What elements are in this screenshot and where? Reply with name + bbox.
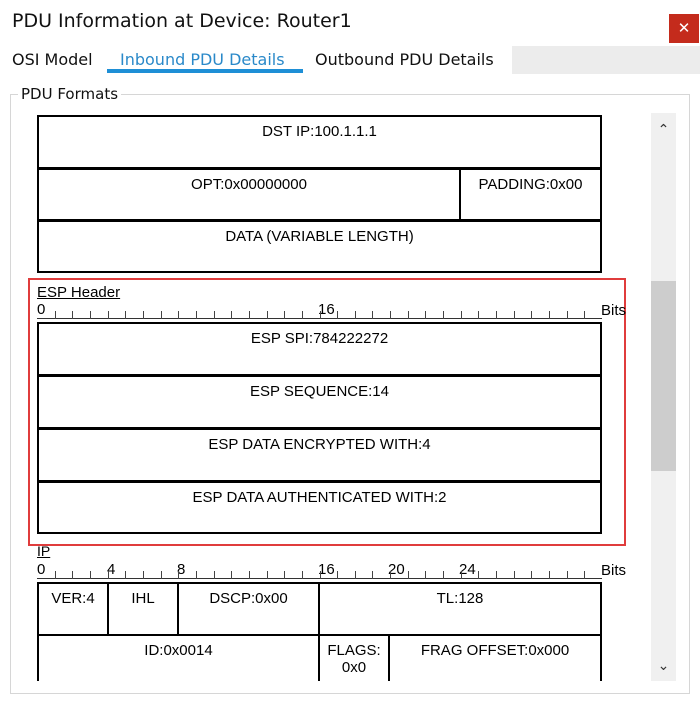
ruler-tick	[514, 311, 515, 319]
opt-field: OPT:0x00000000	[37, 168, 461, 221]
ruler-tick	[125, 571, 126, 579]
ruler-tick	[567, 571, 568, 579]
ruler-tick	[337, 571, 338, 579]
close-icon: ✕	[677, 19, 691, 37]
ruler-tick	[425, 311, 426, 319]
vertical-scrollbar[interactable]: ⌃ ⌄	[651, 113, 676, 681]
ruler-tick	[125, 311, 126, 319]
chevron-down-icon[interactable]: ⌄	[651, 651, 676, 681]
ruler-tick	[249, 311, 250, 319]
ruler-tick	[72, 311, 73, 319]
ruler-tick	[372, 311, 373, 319]
ruler-tick	[231, 571, 232, 579]
chevron-up-icon[interactable]: ⌃	[651, 115, 676, 145]
esp-authenticated-field: ESP DATA AUTHENTICATED WITH:2	[37, 481, 602, 534]
ruler-tick	[178, 571, 179, 579]
title-bar: PDU Information at Device: Router1 ✕	[0, 0, 700, 46]
ruler-tick	[496, 311, 497, 319]
ruler-tick	[143, 571, 144, 579]
ruler-tick	[390, 571, 391, 579]
ruler-tick	[461, 311, 462, 319]
window-title: PDU Information at Device: Router1	[12, 10, 352, 32]
ruler-tick	[284, 311, 285, 319]
ruler-tick	[443, 571, 444, 579]
ruler-tick	[196, 571, 197, 579]
ip-ver-field: VER:4	[37, 582, 109, 636]
ruler-tick	[355, 311, 356, 319]
ip-dscp-field: DSCP:0x00	[177, 582, 320, 636]
esp-spi-field: ESP SPI:784222272	[37, 322, 602, 376]
ruler-tick	[531, 311, 532, 319]
ruler-tick	[161, 571, 162, 579]
ruler-tick	[461, 571, 462, 579]
ruler-tick	[496, 571, 497, 579]
tab-osi-model[interactable]: OSI Model	[12, 50, 93, 69]
ruler-tick	[267, 571, 268, 579]
active-tab-indicator	[107, 69, 303, 73]
ruler-tick	[161, 311, 162, 319]
ip-ruler-unit: Bits	[601, 562, 627, 579]
ruler-tick	[302, 311, 303, 319]
tab-outbound-pdu-details[interactable]: Outbound PDU Details	[315, 50, 494, 69]
close-button[interactable]: ✕	[669, 14, 699, 43]
ruler-tick	[443, 311, 444, 319]
ruler-tick	[478, 571, 479, 579]
ruler-tick	[531, 571, 532, 579]
ruler-tick	[143, 311, 144, 319]
ruler-tick	[214, 311, 215, 319]
ruler-tick	[90, 311, 91, 319]
ruler-tick	[72, 571, 73, 579]
ruler-tick	[108, 571, 109, 579]
ruler-tick	[567, 311, 568, 319]
ruler-tick	[478, 311, 479, 319]
padding-field: PADDING:0x00	[459, 168, 602, 221]
tab-inbound-pdu-details[interactable]: Inbound PDU Details	[120, 50, 285, 69]
ruler-tick	[55, 311, 56, 319]
ruler-tick	[267, 311, 268, 319]
ruler-tick	[549, 571, 550, 579]
ip-tl-field: TL:128	[318, 582, 602, 636]
esp-encrypted-field: ESP DATA ENCRYPTED WITH:4	[37, 428, 602, 482]
ruler-tick	[249, 571, 250, 579]
ip-flags-field: FLAGS: 0x0	[318, 634, 390, 681]
ruler-tick	[584, 311, 585, 319]
esp-ruler-0: 0	[37, 301, 46, 318]
ip-header-label: IP	[37, 543, 51, 559]
ruler-tick	[90, 571, 91, 579]
ruler-tick	[390, 311, 391, 319]
ruler-tick	[425, 571, 426, 579]
ruler-tick	[408, 571, 409, 579]
ruler-tick	[372, 571, 373, 579]
scrollbar-thumb[interactable]	[651, 281, 676, 471]
ruler-tick	[231, 311, 232, 319]
ruler-tick	[549, 311, 550, 319]
ruler-tick	[408, 311, 409, 319]
tab-strip-background	[512, 46, 700, 74]
esp-sequence-field: ESP SEQUENCE:14	[37, 375, 602, 429]
ruler-tick	[55, 571, 56, 579]
esp-ruler-unit: Bits	[601, 302, 627, 319]
ruler-tick	[584, 571, 585, 579]
ruler-tick	[214, 571, 215, 579]
ruler-tick	[514, 571, 515, 579]
ip-ruler-0: 0	[37, 561, 46, 578]
ruler-tick	[355, 571, 356, 579]
ruler-tick	[302, 571, 303, 579]
ip-id-field: ID:0x0014	[37, 634, 320, 681]
pdu-formats-label: PDU Formats	[18, 85, 122, 103]
ruler-tick	[320, 571, 321, 579]
dst-ip-field: DST IP:100.1.1.1	[37, 115, 602, 169]
ip-ihl-field: IHL	[107, 582, 179, 636]
ruler-tick	[284, 571, 285, 579]
data-field: DATA (VARIABLE LENGTH)	[37, 220, 602, 273]
ruler-tick	[178, 311, 179, 319]
ruler-tick	[196, 311, 197, 319]
pdu-format-viewport[interactable]: DST IP:100.1.1.1 OPT:0x00000000 PADDING:…	[24, 113, 652, 681]
ruler-tick	[320, 311, 321, 319]
ruler-tick	[337, 311, 338, 319]
ip-frag-offset-field: FRAG OFFSET:0x000	[388, 634, 602, 681]
esp-header-label: ESP Header	[37, 284, 121, 301]
ruler-tick	[108, 311, 109, 319]
